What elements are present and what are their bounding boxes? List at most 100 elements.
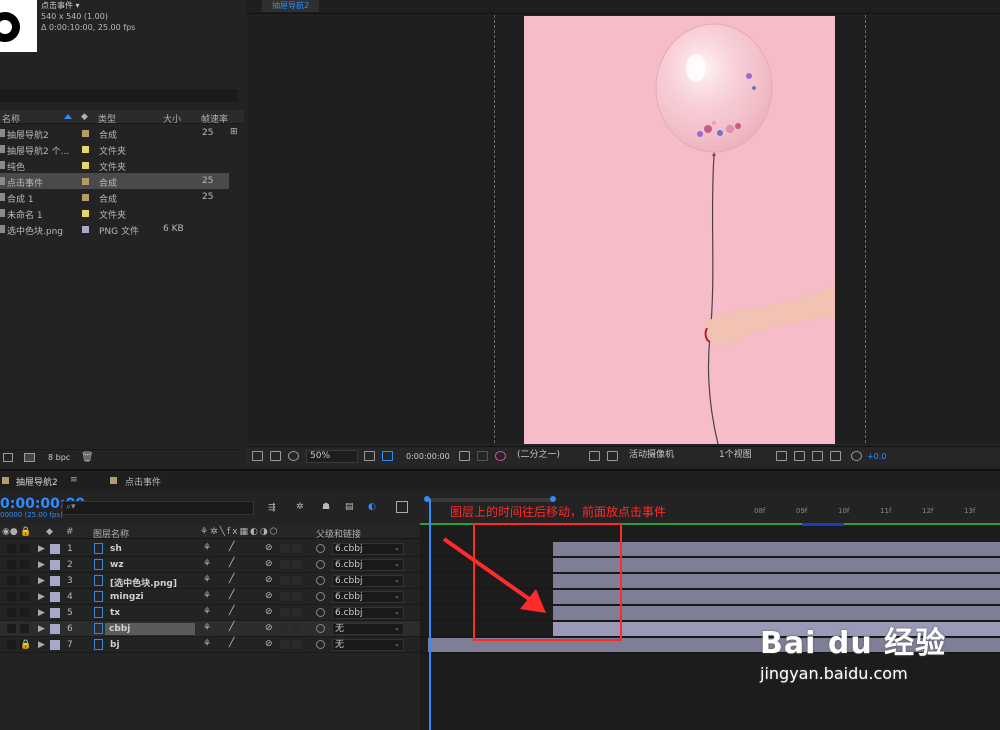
item-label-color[interactable] bbox=[82, 130, 89, 137]
lock-toggle[interactable] bbox=[20, 592, 29, 601]
item-label-color[interactable] bbox=[82, 146, 89, 153]
new-comp-icon[interactable] bbox=[24, 453, 35, 462]
expand-arrow-icon[interactable]: ▶ bbox=[38, 624, 45, 634]
layer-label-color[interactable] bbox=[50, 544, 60, 554]
layer-label-color[interactable] bbox=[50, 640, 60, 650]
graph-editor-icon[interactable] bbox=[396, 501, 408, 513]
parent-pickwhip-icon[interactable] bbox=[316, 576, 325, 585]
timeline-tab[interactable]: 点击事件 bbox=[125, 475, 161, 488]
expand-arrow-icon[interactable]: ▶ bbox=[38, 560, 45, 570]
resolution-select[interactable]: (二分之一) bbox=[514, 450, 584, 463]
label-col-icon[interactable]: ◆ bbox=[46, 527, 53, 537]
visibility-toggle[interactable] bbox=[7, 624, 16, 633]
zoom-select[interactable]: 50% bbox=[306, 450, 358, 463]
layer-name[interactable]: cbbj bbox=[105, 623, 195, 635]
adjustment-switch[interactable] bbox=[280, 544, 289, 553]
roi-icon[interactable] bbox=[382, 451, 393, 461]
transparency-grid-icon[interactable] bbox=[607, 451, 618, 461]
shy-icon[interactable]: ☗ bbox=[322, 502, 330, 512]
work-area-bar[interactable] bbox=[426, 498, 552, 502]
layer-label-color[interactable] bbox=[50, 624, 60, 634]
motion-blur-switch-icon[interactable]: ⊘ bbox=[265, 639, 273, 649]
project-item[interactable]: 未命名 1 文件夹 bbox=[0, 205, 229, 221]
3d-switch[interactable] bbox=[292, 640, 301, 649]
shy-switch-icon[interactable]: ⚘ bbox=[203, 623, 211, 633]
adjustment-switch[interactable] bbox=[280, 576, 289, 585]
item-label-color[interactable] bbox=[82, 210, 89, 217]
expand-arrow-icon[interactable]: ▶ bbox=[38, 608, 45, 618]
tab-menu-icon[interactable]: ≡ bbox=[70, 475, 78, 485]
visibility-toggle[interactable] bbox=[7, 576, 16, 585]
adjustment-switch[interactable] bbox=[280, 608, 289, 617]
new-folder-icon[interactable] bbox=[3, 453, 13, 462]
adjustment-switch[interactable] bbox=[280, 592, 289, 601]
item-label-color[interactable] bbox=[82, 178, 89, 185]
layer-search-input[interactable]: ⌕▾ bbox=[62, 501, 254, 515]
layer-row[interactable]: ▶ 1 sh ⚘ ╱ ⊘ 6.cbbj ⌄ bbox=[0, 541, 420, 557]
work-area-end-handle[interactable] bbox=[550, 496, 556, 502]
monitor-icon[interactable] bbox=[270, 451, 281, 461]
col-type[interactable]: 类型 bbox=[98, 112, 116, 125]
show-snapshot-icon[interactable] bbox=[477, 451, 488, 461]
expand-arrow-icon[interactable]: ▶ bbox=[38, 544, 45, 554]
item-label-color[interactable] bbox=[82, 226, 89, 233]
sort-asc-icon[interactable] bbox=[64, 114, 72, 119]
playhead[interactable] bbox=[429, 499, 431, 730]
col-fps[interactable]: 帧速率 bbox=[201, 112, 228, 125]
draft-3d-icon[interactable]: ✲ bbox=[296, 502, 304, 512]
adjustment-switch[interactable] bbox=[280, 624, 289, 633]
parent-pickwhip-icon[interactable] bbox=[316, 560, 325, 569]
viewer-timecode[interactable]: 0:00:00:00 bbox=[406, 452, 450, 461]
3d-switch[interactable] bbox=[292, 560, 301, 569]
layer-label-color[interactable] bbox=[50, 576, 60, 586]
timeline-track-area[interactable]: 08f 09f 10f 11f 12f 13f 图层上的时间往后移动，前面放点击事件 bbox=[420, 495, 1000, 730]
visibility-toggle[interactable] bbox=[7, 608, 16, 617]
always-preview-icon[interactable] bbox=[252, 451, 263, 461]
grid-icon[interactable] bbox=[364, 451, 375, 461]
camera-select[interactable]: 活动摄像机 bbox=[626, 450, 710, 463]
adjustment-switch[interactable] bbox=[280, 640, 289, 649]
project-item[interactable]: 纯色 文件夹 bbox=[0, 157, 229, 173]
color-channel-icon[interactable] bbox=[495, 451, 506, 461]
3d-switch[interactable] bbox=[292, 576, 301, 585]
3d-switch[interactable] bbox=[292, 544, 301, 553]
layer-row[interactable]: ▶ 5 tx ⚘ ╱ ⊘ 6.cbbj ⌄ bbox=[0, 605, 420, 621]
lock-col-icon[interactable]: 🔒 bbox=[20, 527, 31, 537]
frame-blend-icon[interactable]: ▤ bbox=[345, 502, 354, 512]
item-label-color[interactable] bbox=[82, 194, 89, 201]
shy-switch-icon[interactable]: ⚘ bbox=[203, 559, 211, 569]
parent-pickwhip-icon[interactable] bbox=[316, 544, 325, 553]
shy-switch-icon[interactable]: ⚘ bbox=[203, 607, 211, 617]
layer-name[interactable]: mingzi bbox=[110, 592, 144, 602]
lock-toggle[interactable] bbox=[20, 608, 29, 617]
col-size[interactable]: 大小 bbox=[163, 112, 181, 125]
parent-pickwhip-icon[interactable] bbox=[316, 592, 325, 601]
layer-label-color[interactable] bbox=[50, 592, 60, 602]
quality-switch-icon[interactable]: ╱ bbox=[229, 558, 234, 568]
motion-blur-switch-icon[interactable]: ⊘ bbox=[265, 607, 273, 617]
layer-row[interactable]: 🔒 ▶ 7 bj ⚘ ╱ ⊘ 无 ⌄ bbox=[0, 637, 420, 653]
quality-switch-icon[interactable]: ╱ bbox=[229, 542, 234, 552]
layer-row[interactable]: ▶ 2 wz ⚘ ╱ ⊘ 6.cbbj ⌄ bbox=[0, 557, 420, 573]
quality-switch-icon[interactable]: ╱ bbox=[229, 590, 234, 600]
expand-arrow-icon[interactable]: ▶ bbox=[38, 576, 45, 586]
layer-row[interactable]: ▶ 4 mingzi ⚘ ╱ ⊘ 6.cbbj ⌄ bbox=[0, 589, 420, 605]
visibility-toggle[interactable] bbox=[7, 640, 16, 649]
layer-name[interactable]: [选中色块.png] bbox=[110, 576, 177, 589]
quality-switch-icon[interactable]: ╱ bbox=[229, 638, 234, 648]
project-item[interactable]: 合成 1 合成 25 bbox=[0, 189, 229, 205]
quality-switch-icon[interactable]: ╱ bbox=[229, 622, 234, 632]
adjustment-switch[interactable] bbox=[280, 560, 289, 569]
timeline-link-icon[interactable] bbox=[830, 451, 841, 461]
composition-frame[interactable] bbox=[524, 16, 835, 444]
viewer-tab[interactable]: 抽屉导航2 bbox=[262, 0, 320, 12]
project-item[interactable]: 点击事件 合成 25 bbox=[0, 173, 229, 189]
3d-switch[interactable] bbox=[292, 608, 301, 617]
expand-arrow-icon[interactable]: ▶ bbox=[38, 592, 45, 602]
trash-icon[interactable]: 🗑 bbox=[81, 452, 94, 463]
exposure-icon[interactable] bbox=[851, 451, 862, 461]
layer-name[interactable]: sh bbox=[110, 544, 122, 554]
shy-switch-icon[interactable]: ⚘ bbox=[203, 639, 211, 649]
parent-pickwhip-icon[interactable] bbox=[316, 624, 325, 633]
col-parent[interactable]: 父级和链接 bbox=[316, 527, 361, 540]
